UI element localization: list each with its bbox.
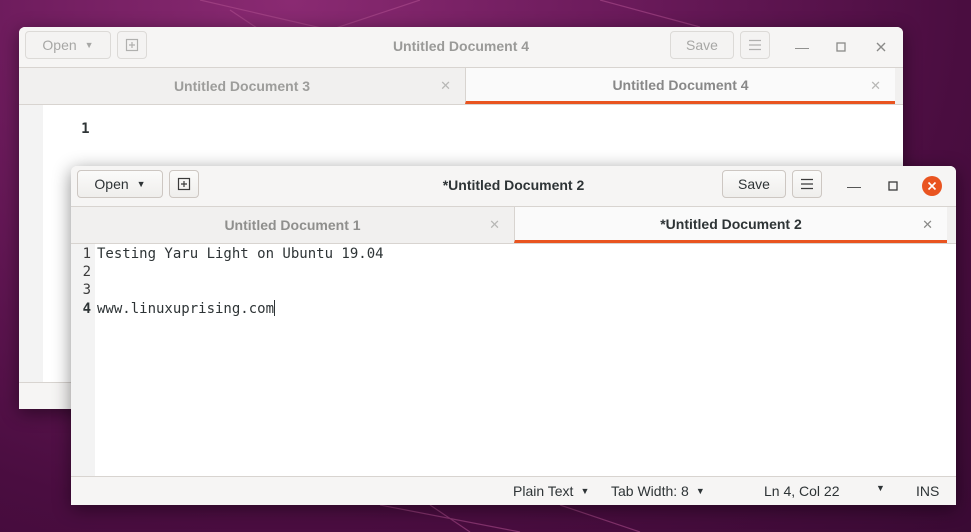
maximize-icon	[888, 181, 898, 191]
tab-bar: Untitled Document 3 ✕ Untitled Document …	[19, 68, 903, 105]
minimize-button[interactable]: —	[842, 174, 866, 198]
menu-button[interactable]	[740, 31, 770, 59]
line-number: 4	[82, 301, 91, 317]
language-selector[interactable]: Plain Text ▼	[513, 483, 589, 499]
maximize-button[interactable]	[881, 174, 905, 198]
maximize-icon	[836, 42, 846, 52]
tab-close-icon[interactable]: ✕	[440, 78, 451, 94]
editor-line: 1 Testing Yaru Light on Ubuntu 19.04	[71, 246, 384, 264]
new-tab-icon	[125, 38, 139, 52]
tab-width-label: Tab Width: 8	[611, 483, 689, 499]
maximize-button[interactable]	[829, 35, 853, 59]
open-button[interactable]: Open ▼	[25, 31, 111, 59]
minimize-icon: —	[795, 39, 809, 55]
open-label: Open	[94, 176, 129, 192]
tab-label: Untitled Document 4	[612, 76, 749, 93]
line-text: Testing Yaru Light on Ubuntu 19.04	[97, 246, 384, 262]
new-tab-button[interactable]	[169, 170, 199, 198]
close-button[interactable]	[869, 35, 893, 59]
open-label: Open	[42, 37, 77, 53]
text-cursor	[274, 300, 276, 316]
insert-mode-label: INS	[916, 483, 940, 499]
tab-label: Untitled Document 3	[173, 78, 311, 94]
close-button[interactable]	[920, 174, 944, 198]
save-button[interactable]: Save	[722, 170, 786, 198]
line-number: 1	[82, 246, 91, 262]
new-tab-icon	[177, 177, 191, 191]
line-number: 1	[81, 121, 90, 137]
header-bar: Open ▼ *Untitled Document 2 Save —	[71, 166, 956, 207]
window-title: *Untitled Document 2	[442, 177, 585, 193]
tab-untitled-document-4[interactable]: Untitled Document 4 ✕	[465, 68, 895, 104]
header-bar: Open ▼ Untitled Document 4 Save —	[19, 27, 903, 68]
cursor-position-label: Ln 4, Col 22	[764, 483, 840, 499]
tab-close-icon[interactable]: ✕	[870, 78, 881, 94]
editor-line: 3	[71, 282, 97, 300]
tab-label: *Untitled Document 2	[660, 215, 802, 232]
new-tab-button[interactable]	[117, 31, 147, 59]
save-label: Save	[686, 37, 718, 53]
insert-mode-indicator[interactable]: INS	[916, 483, 939, 499]
text-editor[interactable]: 1 Testing Yaru Light on Ubuntu 19.04 2 3 …	[71, 244, 956, 505]
open-button[interactable]: Open ▼	[77, 170, 163, 198]
front-editor-window[interactable]: Open ▼ *Untitled Document 2 Save — Untit…	[71, 166, 956, 505]
menu-button[interactable]	[792, 170, 822, 198]
line-text: www.linuxuprising.com	[97, 301, 275, 317]
chevron-down-icon: ▼	[695, 486, 705, 496]
window-title: Untitled Document 4	[392, 38, 530, 54]
tab-untitled-document-1[interactable]: Untitled Document 1 ✕	[71, 207, 514, 243]
editor-line: 1	[19, 105, 89, 137]
minimize-icon: —	[847, 178, 861, 194]
line-number: 2	[82, 264, 91, 280]
chevron-down-icon: ▼	[876, 483, 885, 493]
minimize-button[interactable]: —	[790, 35, 814, 59]
hamburger-menu-icon	[749, 39, 761, 51]
tab-bar: Untitled Document 1 ✕ *Untitled Document…	[71, 207, 956, 244]
close-icon	[922, 176, 942, 196]
save-label: Save	[738, 176, 770, 192]
cursor-position[interactable]: Ln 4, Col 22	[764, 483, 840, 499]
tab-close-icon[interactable]: ✕	[489, 217, 500, 233]
hamburger-menu-icon	[801, 178, 813, 190]
tab-width-selector[interactable]: Tab Width: 8 ▼	[611, 483, 705, 499]
position-menu-button[interactable]: ▼	[876, 483, 885, 493]
close-icon	[876, 42, 886, 52]
save-button[interactable]: Save	[670, 31, 734, 59]
status-bar: Plain Text ▼ Tab Width: 8 ▼ Ln 4, Col 22…	[71, 476, 956, 505]
chevron-down-icon: ▼	[84, 40, 94, 50]
editor-line: 2	[71, 264, 97, 282]
editor-line-current: 4 www.linuxuprising.com	[71, 300, 276, 318]
language-label: Plain Text	[513, 483, 574, 499]
tab-close-icon[interactable]: ✕	[922, 217, 933, 233]
chevron-down-icon: ▼	[136, 179, 146, 189]
tab-untitled-document-2[interactable]: *Untitled Document 2 ✕	[514, 207, 947, 243]
line-number: 3	[82, 282, 91, 298]
tab-label: Untitled Document 1	[224, 217, 361, 233]
chevron-down-icon: ▼	[580, 486, 590, 496]
tab-untitled-document-3[interactable]: Untitled Document 3 ✕	[19, 68, 465, 104]
